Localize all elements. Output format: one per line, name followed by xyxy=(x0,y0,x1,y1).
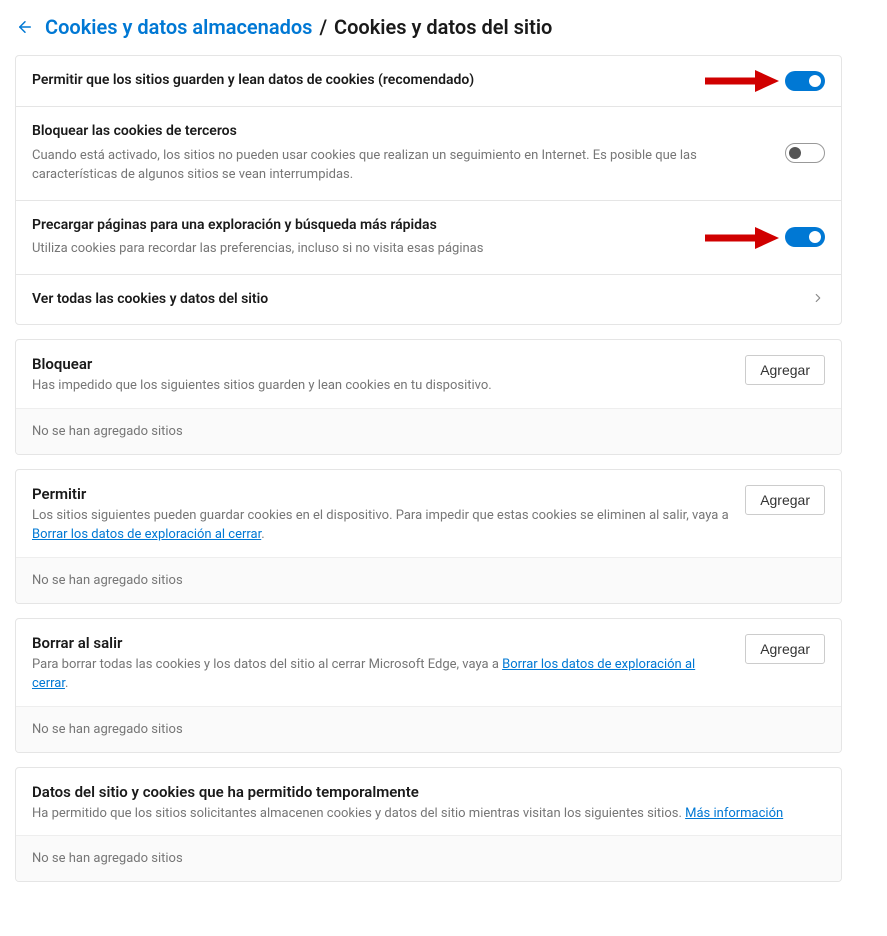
preload-pages-row: Precargar páginas para una exploración y… xyxy=(16,200,841,274)
preload-pages-desc: Utiliza cookies para recordar las prefer… xyxy=(32,239,769,259)
see-all-cookies-row[interactable]: Ver todas las cookies y datos del sitio xyxy=(16,274,841,325)
see-all-cookies-title: Ver todas las cookies y datos del sitio xyxy=(32,290,795,310)
block-third-party-row: Bloquear las cookies de terceros Cuando … xyxy=(16,106,841,200)
delete-on-exit-desc: Para borrar todas las cookies y los dato… xyxy=(32,655,729,694)
breadcrumb-current: Cookies y datos del sitio xyxy=(334,15,552,39)
block-section-desc: Has impedido que los siguientes sitios g… xyxy=(32,376,729,396)
preload-pages-title: Precargar páginas para una exploración y… xyxy=(32,216,769,236)
block-section: Bloquear Has impedido que los siguientes… xyxy=(15,339,842,455)
allow-cookies-row: Permitir que los sitios guarden y lean d… xyxy=(16,56,841,106)
allow-section-desc: Los sitios siguientes pueden guardar coo… xyxy=(32,506,729,545)
breadcrumb-separator: / xyxy=(319,15,327,39)
allow-add-button[interactable]: Agregar xyxy=(745,485,825,515)
breadcrumb: Cookies y datos almacenados / Cookies y … xyxy=(45,15,552,39)
block-empty-message: No se han agregado sitios xyxy=(16,408,841,454)
temporary-section-desc: Ha permitido que los sitios solicitantes… xyxy=(32,804,825,824)
delete-on-exit-add-button[interactable]: Agregar xyxy=(745,634,825,664)
delete-on-exit-section: Borrar al salir Para borrar todas las co… xyxy=(15,618,842,753)
temporary-section-title: Datos del sitio y cookies que ha permiti… xyxy=(32,783,825,801)
allow-section: Permitir Los sitios siguientes pueden gu… xyxy=(15,469,842,604)
breadcrumb-parent[interactable]: Cookies y datos almacenados xyxy=(45,15,312,39)
block-third-party-title: Bloquear las cookies de terceros xyxy=(32,122,769,142)
allow-clear-data-link[interactable]: Borrar los datos de exploración al cerra… xyxy=(32,527,261,542)
temporary-empty-message: No se han agregado sitios xyxy=(16,835,841,881)
back-button[interactable] xyxy=(15,17,35,37)
block-section-title: Bloquear xyxy=(32,355,729,373)
allow-empty-message: No se han agregado sitios xyxy=(16,557,841,603)
block-third-party-toggle[interactable] xyxy=(785,143,825,163)
delete-on-exit-title: Borrar al salir xyxy=(32,634,729,652)
arrow-left-icon xyxy=(16,18,34,36)
delete-on-exit-empty-message: No se han agregado sitios xyxy=(16,706,841,752)
allow-cookies-title: Permitir que los sitios guarden y lean d… xyxy=(32,71,769,91)
allow-cookies-toggle[interactable] xyxy=(785,71,825,91)
block-third-party-desc: Cuando está activado, los sitios no pued… xyxy=(32,146,769,185)
temporary-section: Datos del sitio y cookies que ha permiti… xyxy=(15,767,842,883)
block-add-button[interactable]: Agregar xyxy=(745,355,825,385)
cookie-settings-card: Permitir que los sitios guarden y lean d… xyxy=(15,55,842,325)
allow-section-title: Permitir xyxy=(32,485,729,503)
preload-pages-toggle[interactable] xyxy=(785,227,825,247)
temporary-more-info-link[interactable]: Más información xyxy=(685,806,783,821)
chevron-right-icon xyxy=(811,290,825,309)
page-header: Cookies y datos almacenados / Cookies y … xyxy=(15,15,842,39)
